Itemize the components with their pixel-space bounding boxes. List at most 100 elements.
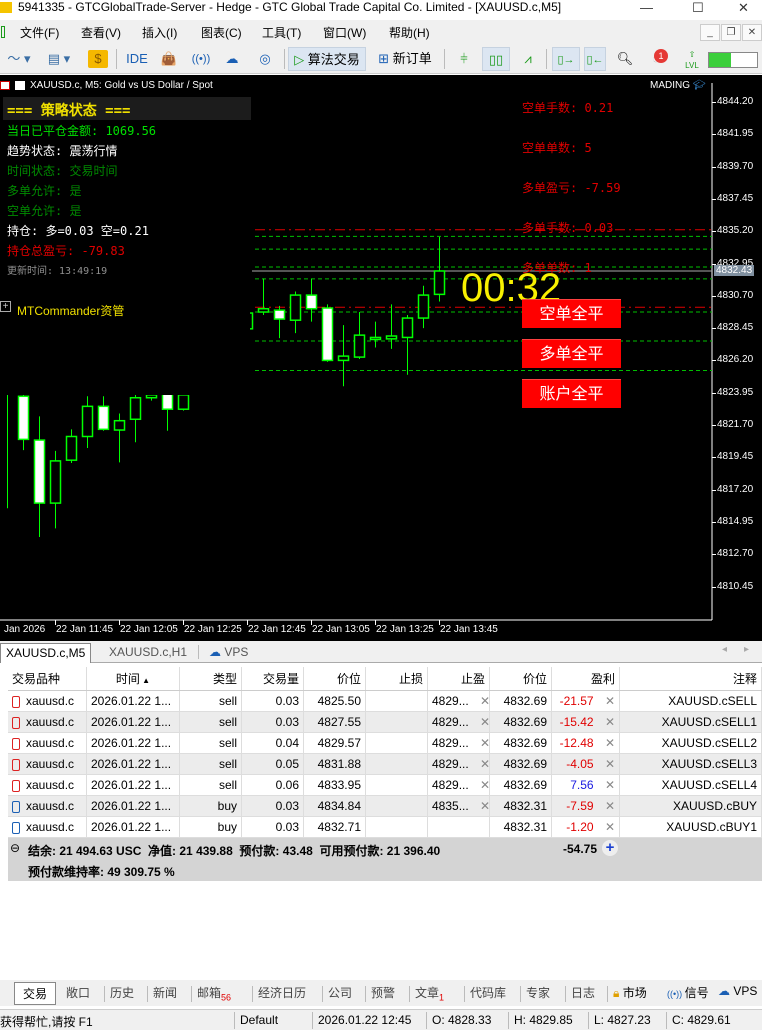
table-row[interactable]: xauusd.c 2026.01.22 1... sell 0.04 4829.57 48… bbox=[8, 733, 762, 754]
chart-template-dropdown[interactable]: ▤ ▾ bbox=[42, 47, 76, 71]
column-header[interactable]: 类型 bbox=[180, 667, 242, 690]
column-header[interactable]: 交易量 bbox=[242, 667, 304, 690]
bar-chart-icon[interactable]: ⫩ bbox=[452, 47, 476, 71]
notifications-icon[interactable]: ◔1 bbox=[644, 47, 668, 71]
column-header[interactable]: 价位 bbox=[490, 667, 552, 690]
chart-list-icon[interactable] bbox=[0, 81, 10, 90]
close-all-long-button[interactable]: 多单全平 bbox=[522, 339, 621, 368]
menu-window[interactable]: 窗口(W) bbox=[323, 24, 366, 41]
cell-tp[interactable]: 4829... ✕ bbox=[428, 775, 490, 795]
menu-help[interactable]: 帮助(H) bbox=[389, 24, 430, 41]
toolbox-tab[interactable]: 敞口 bbox=[66, 984, 90, 1001]
cell-tp[interactable] bbox=[428, 817, 490, 837]
mdi-close-button[interactable]: ✕ bbox=[742, 24, 762, 41]
table-row[interactable]: xauusd.c 2026.01.22 1... sell 0.06 4833.95 48… bbox=[8, 775, 762, 796]
chart-shift-icon[interactable]: ▯→ bbox=[552, 47, 580, 71]
lvl-icon[interactable]: ⇧ LVL bbox=[682, 47, 702, 71]
menu-charts[interactable]: 图表(C) bbox=[201, 24, 242, 41]
menu-file[interactable]: 文件(F) bbox=[20, 24, 59, 41]
cell-profit[interactable]: -12.48 ✕ bbox=[552, 733, 620, 753]
cell-profit[interactable]: -7.59 ✕ bbox=[552, 796, 620, 816]
toolbox-tab[interactable]: 日志 bbox=[571, 984, 595, 1001]
cell-tp[interactable]: 4835... ✕ bbox=[428, 796, 490, 816]
mdi-minimize-button[interactable]: _ bbox=[700, 24, 720, 41]
vps-cloud-icon[interactable]: ☁ bbox=[220, 47, 244, 71]
toolbox-tab[interactable]: 代码库 bbox=[470, 984, 506, 1001]
line-chart-icon[interactable]: ⩘ bbox=[516, 47, 540, 71]
toolbox-tab[interactable]: 交易 bbox=[14, 982, 57, 1005]
toolbox-tab[interactable]: 邮箱56 bbox=[197, 984, 231, 1002]
ide-button[interactable]: IDE bbox=[124, 47, 150, 71]
close-position-icon[interactable]: ✕ bbox=[594, 799, 615, 813]
cell-sl[interactable] bbox=[366, 691, 428, 711]
close-position-icon[interactable]: ✕ bbox=[594, 715, 615, 729]
remove-tp-icon[interactable]: ✕ bbox=[469, 799, 489, 813]
toolbox-tab[interactable]: 预警 bbox=[371, 984, 395, 1001]
autoscroll-icon[interactable]: ▯← bbox=[584, 47, 606, 71]
cell-tp[interactable]: 4829... ✕ bbox=[428, 712, 490, 732]
cell-tp[interactable]: 4829... ✕ bbox=[428, 733, 490, 753]
toolbox-tab[interactable]: 历史 bbox=[110, 984, 134, 1001]
market-bag-icon[interactable]: 👜 bbox=[158, 47, 180, 71]
remove-tp-icon[interactable]: ✕ bbox=[469, 694, 489, 708]
table-row[interactable]: xauusd.c 2026.01.22 1... sell 0.05 4831.88 48… bbox=[8, 754, 762, 775]
tab-xauusd-h1[interactable]: XAUUSD.c,H1 bbox=[104, 643, 192, 663]
close-position-icon[interactable]: ✕ bbox=[594, 694, 615, 708]
menu-tools[interactable]: 工具(T) bbox=[262, 24, 301, 41]
mtcommander-label[interactable]: MTCommander资管 bbox=[17, 302, 124, 319]
close-all-short-button[interactable]: 空单全平 bbox=[522, 299, 621, 328]
candlestick-chart-icon[interactable]: ▯▯ bbox=[482, 47, 510, 71]
column-header[interactable]: 止损 bbox=[366, 667, 428, 690]
cell-sl[interactable] bbox=[366, 712, 428, 732]
cell-profit[interactable]: -21.57 ✕ bbox=[552, 691, 620, 711]
menu-view[interactable]: 查看(V) bbox=[81, 24, 121, 41]
close-position-icon[interactable]: ✕ bbox=[594, 757, 615, 771]
toolbox-tab[interactable]: 新闻 bbox=[153, 984, 177, 1001]
tabs-scroll-right[interactable]: ▸ bbox=[744, 644, 749, 655]
table-row[interactable]: xauusd.c 2026.01.22 1... sell 0.03 4825.50 48… bbox=[8, 691, 762, 712]
remove-tp-icon[interactable]: ✕ bbox=[469, 715, 489, 729]
close-button[interactable]: ✕ bbox=[738, 0, 749, 15]
cell-tp[interactable]: 4829... ✕ bbox=[428, 691, 490, 711]
cell-profit[interactable]: -1.20 ✕ bbox=[552, 817, 620, 837]
table-row[interactable]: xauusd.c 2026.01.22 1... buy 0.03 4834.84 483… bbox=[8, 796, 762, 817]
collapse-icon[interactable]: ⊖ bbox=[10, 841, 20, 855]
close-all-account-button[interactable]: 账户全平 bbox=[522, 379, 621, 408]
table-row[interactable]: xauusd.c 2026.01.22 1... sell 0.03 4827.55 48… bbox=[8, 712, 762, 733]
close-position-icon[interactable]: ✕ bbox=[594, 778, 615, 792]
column-header[interactable]: 注释 bbox=[620, 667, 762, 690]
cell-profit[interactable]: 7.56 ✕ bbox=[552, 775, 620, 795]
add-subscription-icon[interactable]: ◎ bbox=[252, 47, 278, 71]
toolbox-tab[interactable]: 文章1 bbox=[415, 984, 444, 1002]
tabs-scroll-left[interactable]: ◂ bbox=[722, 644, 727, 655]
toolbox-tab[interactable]: 🔒︎ 市场 bbox=[613, 984, 647, 1001]
menu-insert[interactable]: 插入(I) bbox=[142, 24, 177, 41]
expand-icon[interactable]: + bbox=[0, 301, 11, 312]
new-order-button[interactable]: ⊞ 新订单 bbox=[372, 47, 438, 71]
cell-profit[interactable]: -15.42 ✕ bbox=[552, 712, 620, 732]
column-header[interactable]: 盈利 bbox=[552, 667, 620, 690]
search-icon[interactable]: 🔍︎ bbox=[614, 47, 636, 71]
cell-sl[interactable] bbox=[366, 817, 428, 837]
column-header[interactable]: 价位 bbox=[304, 667, 366, 690]
remove-tp-icon[interactable]: ✕ bbox=[469, 757, 489, 771]
cell-tp[interactable]: 4829... ✕ bbox=[428, 754, 490, 774]
chart-window[interactable]: XAUUSD.c, M5: Gold vs US Dollar / Spot M… bbox=[0, 75, 762, 641]
cell-sl[interactable] bbox=[366, 775, 428, 795]
dollar-icon[interactable]: $ bbox=[88, 50, 108, 68]
cell-sl[interactable] bbox=[366, 733, 428, 753]
algo-trading-button[interactable]: ▷ 算法交易 bbox=[288, 47, 366, 71]
toolbox-tab[interactable]: 经济日历 bbox=[258, 984, 306, 1001]
column-header[interactable]: 止盈 bbox=[428, 667, 490, 690]
toolbox-tab[interactable]: ((•)) 信号 bbox=[667, 984, 709, 1001]
toolbox-tab[interactable]: 公司 bbox=[328, 984, 352, 1001]
cell-sl[interactable] bbox=[366, 754, 428, 774]
column-header[interactable]: 时间 ▲ bbox=[87, 667, 180, 690]
close-position-icon[interactable]: ✕ bbox=[594, 820, 615, 834]
close-position-icon[interactable]: ✕ bbox=[594, 736, 615, 750]
cell-sl[interactable] bbox=[366, 796, 428, 816]
mdi-restore-button[interactable]: ❐ bbox=[721, 24, 741, 41]
toolbox-tab[interactable]: 专家 bbox=[526, 984, 550, 1001]
add-icon[interactable]: + bbox=[602, 840, 618, 856]
signals-icon[interactable]: ((•)) bbox=[188, 47, 214, 71]
